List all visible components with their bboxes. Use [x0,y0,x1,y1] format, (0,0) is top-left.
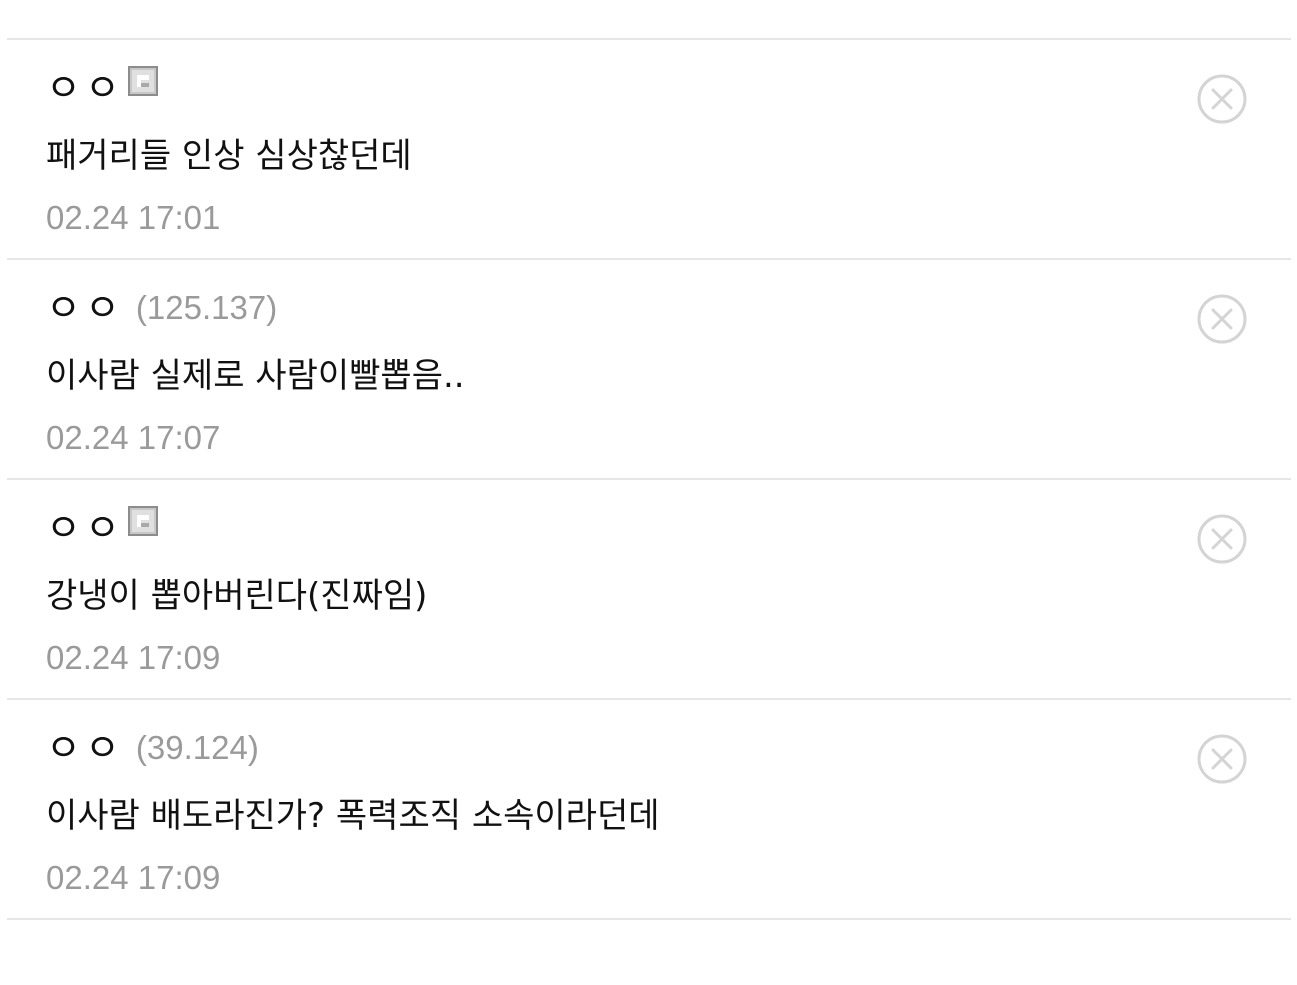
comment-timestamp: 02.24 17:07 [46,419,221,456]
fixed-nickname-icon [127,506,158,536]
comment-author-row: ㅇㅇ [46,66,158,108]
comment-author[interactable]: ㅇㅇ [46,68,124,108]
comment-timestamp: 02.24 17:01 [46,199,221,236]
comment-text: 이사람 배도라진가? 폭력조직 소속이라던데 [46,796,660,836]
delete-comment-button[interactable] [1196,293,1248,345]
delete-comment-button[interactable] [1196,73,1248,125]
circle-x-icon [1197,74,1247,124]
comment-text: 강냉이 뽑아버린다(진짜임) [46,576,428,616]
delete-comment-button[interactable] [1196,733,1248,785]
comment-item: ㅇㅇ (39.124) 이사람 배도라진가? 폭력조직 소속이라던데 02.24… [7,700,1291,920]
comment-ip: (125.137) [135,289,278,326]
delete-comment-button[interactable] [1196,513,1248,565]
comment-author[interactable]: ㅇㅇ [46,508,124,548]
circle-x-icon [1197,734,1247,784]
comment-text: 패거리들 인상 심상찮던데 [46,136,412,176]
fixed-nickname-icon [127,66,158,96]
circle-x-icon [1197,514,1247,564]
circle-x-icon [1197,294,1247,344]
comment-item: ㅇㅇ 패거리들 인상 심상찮던데 02.24 17:01 [7,40,1291,260]
comment-ip: (39.124) [135,729,259,766]
comment-timestamp: 02.24 17:09 [46,859,221,896]
comment-author-row: ㅇㅇ [46,506,158,548]
comment-timestamp: 02.24 17:09 [46,639,221,676]
comment-text: 이사람 실제로 사람이빨뽑음.. [46,356,465,396]
comment-list: ㅇㅇ 패거리들 인상 심상찮던데 02.24 17:01 ㅇㅇ (125.137… [7,38,1291,920]
comment-author[interactable]: ㅇㅇ [46,288,124,328]
comment-author-row: ㅇㅇ (125.137) [46,288,277,328]
comment-author[interactable]: ㅇㅇ [46,728,124,768]
comment-author-row: ㅇㅇ (39.124) [46,728,259,768]
comment-item: ㅇㅇ (125.137) 이사람 실제로 사람이빨뽑음.. 02.24 17:0… [7,260,1291,480]
comment-item: ㅇㅇ 강냉이 뽑아버린다(진짜임) 02.24 17:09 [7,480,1291,700]
